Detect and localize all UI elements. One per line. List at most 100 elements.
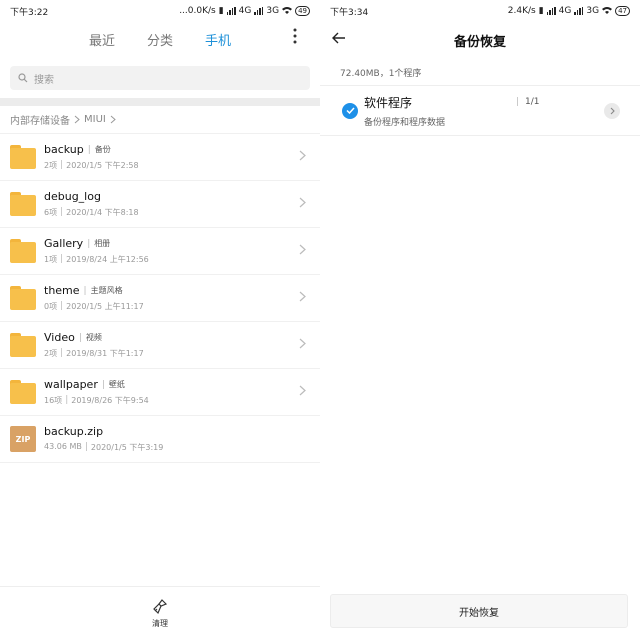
start-restore-button[interactable]: 开始恢复 xyxy=(330,594,628,628)
file-row-backup-zip[interactable]: ZIP backup.zip 43.06 MB | 2020/1/5 下午3:19 xyxy=(0,416,320,463)
file-date: 2019/8/31 下午1:17 xyxy=(66,349,144,358)
search-input[interactable]: 搜索 xyxy=(10,66,310,90)
file-date: 2019/8/24 上午12:56 xyxy=(66,255,149,264)
signal-icon xyxy=(226,7,236,15)
folder-icon xyxy=(10,192,36,216)
vibrate-icon: ▮ xyxy=(538,6,544,16)
file-list: backup | 备份 2项 | 2020/1/5 下午2:58 debug_log 6… xyxy=(0,134,320,463)
wifi-icon xyxy=(282,6,293,17)
file-alias: 壁纸 xyxy=(108,380,125,389)
file-name: wallpaper xyxy=(44,378,98,391)
file-date: 2019/8/26 下午9:54 xyxy=(71,396,149,405)
file-count: 16项 xyxy=(44,396,63,405)
more-options-icon[interactable] xyxy=(288,28,302,44)
file-row-video[interactable]: Video | 视频 2项 | 2019/8/31 下午1:17 xyxy=(0,322,320,369)
clean-label: 清理 xyxy=(152,618,168,628)
file-count: 6项 xyxy=(44,208,58,217)
backup-summary: 72.40MB，1个程序 xyxy=(320,58,640,86)
network-type-2: 3G xyxy=(266,6,280,16)
file-date: 2020/1/5 下午3:19 xyxy=(90,443,164,452)
item-count: | 1/1 xyxy=(516,97,540,107)
signal-icon-2 xyxy=(254,7,264,15)
folder-icon xyxy=(10,239,36,263)
file-count: 1项 xyxy=(44,255,58,264)
file-row-backup[interactable]: backup | 备份 2项 | 2020/1/5 下午2:58 xyxy=(0,134,320,181)
tab-recent[interactable]: 最近 xyxy=(89,30,115,49)
header: 备份恢复 xyxy=(320,22,640,58)
folder-icon xyxy=(10,286,36,310)
status-bar: 下午3:22 ...0.0K/s ▮ 4G 3G 49 xyxy=(0,0,320,22)
signal-icon-2 xyxy=(574,7,584,15)
clean-button[interactable]: 清理 xyxy=(0,586,320,640)
file-count: 2项 xyxy=(44,349,58,358)
chevron-right-icon xyxy=(299,150,306,161)
chevron-right-icon xyxy=(110,115,116,124)
status-time: 下午3:34 xyxy=(330,7,369,18)
network-type-1: 4G xyxy=(558,6,572,16)
file-count: 2项 xyxy=(44,161,58,170)
vibrate-icon: ▮ xyxy=(218,6,224,16)
tab-phone[interactable]: 手机 xyxy=(205,30,231,49)
checkbox-checked-icon[interactable] xyxy=(342,102,358,119)
file-name: Gallery xyxy=(44,237,84,250)
file-date: 2020/1/5 上午11:17 xyxy=(66,302,144,311)
wifi-icon xyxy=(602,6,613,17)
item-subtitle: 备份程序和程序数据 xyxy=(364,117,446,128)
file-row-wallpaper[interactable]: wallpaper | 壁纸 16项 | 2019/8/26 下午9:54 xyxy=(0,369,320,416)
back-arrow-icon[interactable] xyxy=(332,32,346,44)
status-icons: ...0.0K/s ▮ 4G 3G 49 xyxy=(179,6,310,17)
tab-bar: 最近 分类 手机 xyxy=(0,22,320,56)
status-bar: 下午3:34 2.4K/s ▮ 4G 3G 47 xyxy=(320,0,640,22)
chevron-right-icon xyxy=(299,338,306,349)
file-row-theme[interactable]: theme | 主题风格 0项 | 2020/1/5 上午11:17 xyxy=(0,275,320,322)
file-alias: 视频 xyxy=(85,333,102,342)
backup-restore-screen: 下午3:34 2.4K/s ▮ 4G 3G 47 备份恢复 72.40MB，1个… xyxy=(320,0,640,640)
file-size: 43.06 MB xyxy=(44,442,82,451)
folder-icon xyxy=(10,380,36,404)
file-name: Video xyxy=(44,331,75,344)
search-icon xyxy=(18,73,28,83)
net-speed: 2.4K/s xyxy=(507,6,536,16)
broom-icon xyxy=(153,598,168,614)
file-name: debug_log xyxy=(44,190,101,203)
file-name: theme xyxy=(44,284,80,297)
file-name: backup xyxy=(44,143,84,156)
search-placeholder: 搜索 xyxy=(34,74,54,86)
chevron-right-icon xyxy=(299,244,306,255)
file-date: 2020/1/5 下午2:58 xyxy=(66,161,139,170)
status-time: 下午3:22 xyxy=(10,7,49,18)
battery-icon: 47 xyxy=(615,6,630,16)
file-manager-screen: 下午3:22 ...0.0K/s ▮ 4G 3G 49 最近 分类 手机 搜索 … xyxy=(0,0,320,640)
file-count: 0项 xyxy=(44,302,58,311)
battery-icon: 49 xyxy=(295,6,310,16)
file-date: 2020/1/4 下午8:18 xyxy=(66,208,139,217)
tab-category[interactable]: 分类 xyxy=(147,30,173,49)
file-row-gallery[interactable]: Gallery | 相册 1项 | 2019/8/24 上午12:56 xyxy=(0,228,320,275)
item-count-value: 1/1 xyxy=(525,97,540,107)
folder-icon xyxy=(10,145,36,169)
breadcrumb-item-internal[interactable]: 内部存储设备 xyxy=(10,112,70,127)
chevron-right-icon[interactable] xyxy=(604,103,620,119)
file-row-debug-log[interactable]: debug_log 6项 | 2020/1/4 下午8:18 xyxy=(0,181,320,228)
app-item-row[interactable]: 软件程序 备份程序和程序数据 | 1/1 xyxy=(320,86,640,136)
file-alias: 相册 xyxy=(94,239,111,248)
chevron-right-icon xyxy=(74,115,80,124)
file-name: backup.zip xyxy=(44,425,104,438)
item-title: 软件程序 xyxy=(364,95,413,110)
breadcrumb: 内部存储设备 MIUI xyxy=(0,106,320,134)
network-type-1: 4G xyxy=(238,6,252,16)
page-title: 备份恢复 xyxy=(453,34,506,50)
signal-icon xyxy=(546,7,556,15)
net-speed: ...0.0K/s xyxy=(179,6,216,16)
file-alias: 备份 xyxy=(94,145,111,154)
section-divider xyxy=(0,98,320,106)
network-type-2: 3G xyxy=(586,6,600,16)
folder-icon xyxy=(10,333,36,357)
chevron-right-icon xyxy=(299,291,306,302)
file-alias: 主题风格 xyxy=(90,286,123,295)
chevron-right-icon xyxy=(299,385,306,396)
breadcrumb-item-miui[interactable]: MIUI xyxy=(84,114,106,125)
status-icons: 2.4K/s ▮ 4G 3G 47 xyxy=(508,6,630,17)
zip-file-icon: ZIP xyxy=(10,426,36,452)
chevron-right-icon xyxy=(299,197,306,208)
